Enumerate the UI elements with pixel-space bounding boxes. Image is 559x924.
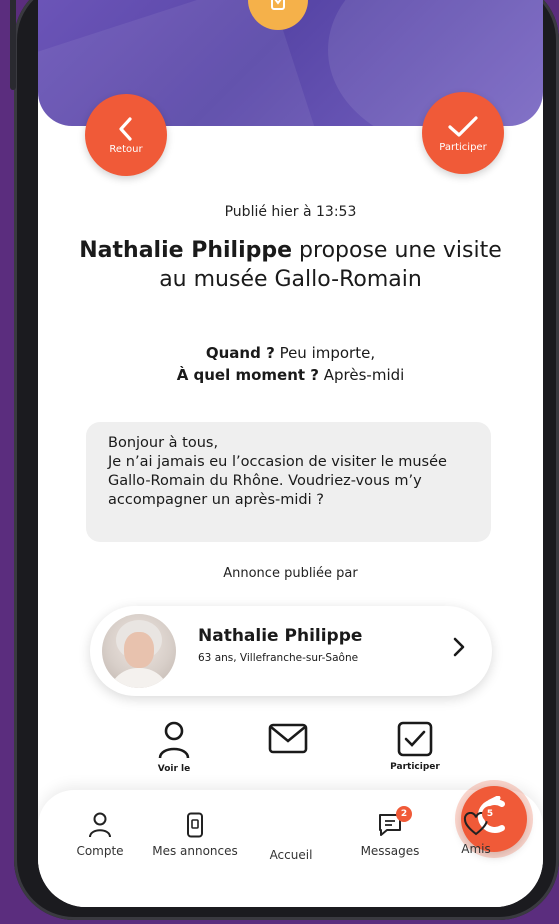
view-profile-label: Voir le [157,764,191,774]
message-body: Je n’ai jamais eu l’occasion de visiter … [108,454,447,508]
participate-action-label: Participer [390,762,440,772]
avatar [102,614,176,688]
envelope-icon [268,723,308,754]
app-screen: Retour Participer Publié hier à 13:53 Na… [38,0,543,907]
phone-icon [187,812,203,838]
nav-label-mes-annonces: Mes annonces [152,844,238,858]
view-profile-action[interactable]: Voir le [134,720,214,774]
schedule-info: Quand ? Peu importe, À quel moment ? Apr… [38,342,543,386]
user-icon [89,812,111,838]
nav-label-compte: Compte [76,844,124,858]
participate-label: Participer [439,141,487,153]
nav-item-messages[interactable]: 2 Messages [340,806,440,858]
nav-item-accueil[interactable]: Accueil [241,786,527,862]
profile-name: Nathalie Philippe [198,626,363,646]
phone-side-button [10,0,16,90]
when-value: Peu importe, [279,344,376,362]
author-profile-card[interactable]: Nathalie Philippe 63 ans, Villefranche-s… [90,606,492,696]
messages-count-badge: 2 [396,806,412,822]
participate-button[interactable]: Participer [422,92,504,174]
user-icon [158,721,190,759]
nav-item-compte[interactable]: Compte [50,812,150,858]
nav-label-messages: Messages [360,844,420,858]
chevron-right-icon [452,636,466,664]
checkbox-icon [397,721,433,757]
bottom-nav: Compte Mes annonces Accueil 2 Messages 5… [38,786,543,907]
posted-by-label: Annonce publiée par [223,566,358,581]
back-label: Retour [109,143,143,155]
post-author: Nathalie Philippe [79,238,293,263]
check-icon [448,115,478,137]
nav-label-accueil: Accueil [269,848,313,862]
moment-label: À quel moment ? [176,366,319,384]
nav-label-amis: Amis [461,842,491,856]
nav-item-amis[interactable]: 5 Amis [426,806,526,856]
back-button[interactable]: Retour [85,94,167,176]
moment-value: Après-midi [323,366,405,384]
message-box: Bonjour à tous, Je n’ai jamais eu l’occa… [86,422,491,542]
send-message-action[interactable] [248,720,328,760]
published-time: Publié hier à 13:53 [224,204,357,220]
participate-action[interactable]: Participer [375,720,455,772]
friends-count-badge: 5 [482,806,498,822]
chevron-left-icon [119,116,132,141]
message-greeting: Bonjour à tous, [108,435,219,451]
action-row: Voir le Participer [38,720,543,790]
when-label: Quand ? [205,344,275,362]
nav-item-mes-annonces[interactable]: Mes annonces [145,812,245,858]
post-title: Nathalie Philippe propose une visite au … [78,236,503,294]
profile-info: 63 ans, Villefranche-sur-Saône [198,652,359,664]
